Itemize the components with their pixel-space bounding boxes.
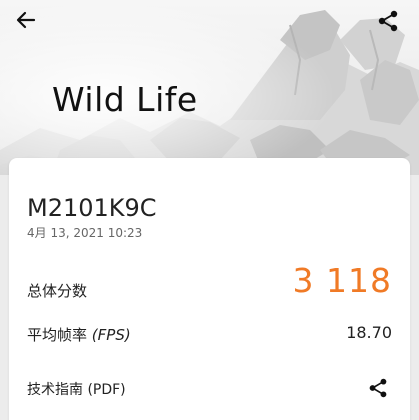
result-card: M2101K9C 4月 13, 2021 10:23 总体分数 3 118 平均… xyxy=(9,158,410,420)
screen: Wild Life M2101K9C 4月 13, 2021 10:23 总体分… xyxy=(0,0,419,420)
average-fps-label-unit: (FPS) xyxy=(91,326,131,344)
average-fps-value: 18.70 xyxy=(346,323,392,342)
device-name: M2101K9C xyxy=(27,194,157,222)
overall-score-label: 总体分数 xyxy=(27,282,88,300)
arrow-left-icon[interactable] xyxy=(16,10,44,38)
technical-guide-link[interactable]: 技术指南 (PDF) xyxy=(27,379,126,399)
hero-banner: Wild Life xyxy=(0,0,419,175)
page-title: Wild Life xyxy=(52,80,198,119)
average-fps-label: 平均帧率 (FPS) xyxy=(27,324,131,345)
result-timestamp: 4月 13, 2021 10:23 xyxy=(27,226,143,240)
share-icon[interactable] xyxy=(377,10,405,38)
overall-score-value: 3 118 xyxy=(292,261,392,300)
average-fps-label-text: 平均帧率 xyxy=(27,326,88,344)
share-icon[interactable] xyxy=(366,376,390,400)
